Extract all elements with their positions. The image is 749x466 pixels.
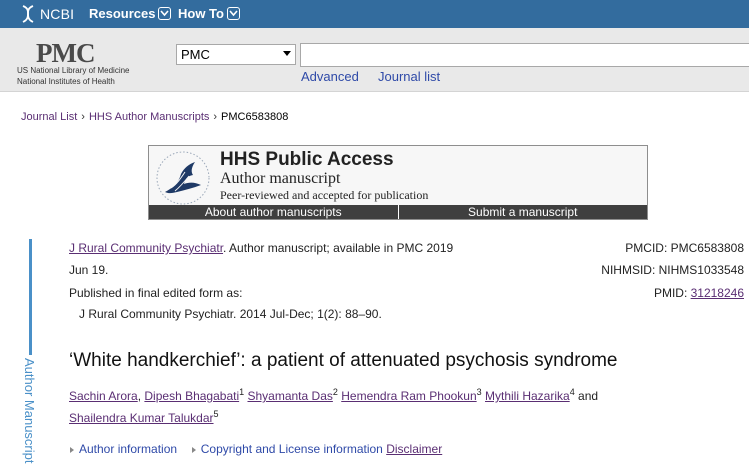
journal-list-link[interactable]: Journal list <box>378 69 440 84</box>
ncbi-top-bar: NCBI Resources How To <box>0 0 749 28</box>
citation-line-1-rest: . Author manuscript; available in PMC 20… <box>223 241 454 255</box>
citation-published-label: Published in final edited form as: <box>69 286 243 300</box>
triangle-right-icon <box>191 446 196 453</box>
author-affiliation-sup[interactable]: 3 <box>477 387 482 397</box>
chevron-down-icon <box>158 7 172 20</box>
citation-line-1: J Rural Community Psychiatr. Author manu… <box>69 241 453 255</box>
side-label-text: Author Manuscript <box>22 358 36 464</box>
breadcrumb-separator: › <box>81 111 85 123</box>
breadcrumb-separator: › <box>213 111 218 123</box>
pmc-logo[interactable]: PMC <box>36 38 95 69</box>
resources-label: Resources <box>89 6 156 21</box>
ncbi-logo[interactable]: NCBI <box>19 5 74 23</box>
pmcid: PMCID: PMC6583808 <box>625 241 744 255</box>
hhs-subtitle: Author manuscript <box>220 170 341 187</box>
author-affiliation-sup[interactable]: 1 <box>239 387 244 397</box>
ncbi-helix-icon <box>22 5 34 23</box>
hhs-eagle-logo <box>156 151 210 205</box>
pmid-label: PMID: <box>653 286 691 300</box>
journal-link[interactable]: J Rural Community Psychiatr <box>69 241 223 255</box>
article-info-row: Author information Copyright and License… <box>70 442 442 456</box>
article-title: ‘White handkerchief’: a patient of atten… <box>69 350 618 371</box>
breadcrumb-journal-list[interactable]: Journal List <box>21 111 77 123</box>
database-select[interactable]: PMC <box>176 44 296 65</box>
citation-line-2: Jun 19. <box>69 263 109 277</box>
authors-and: and <box>578 389 599 403</box>
author-link[interactable]: Shailendra Kumar Talukdar <box>69 411 214 425</box>
breadcrumb: Journal List › HHS Author Manuscripts › PMC6… <box>21 111 288 123</box>
author-link[interactable]: Mythili Hazarika <box>485 389 570 403</box>
author-information-toggle[interactable]: Author information <box>79 442 177 456</box>
submit-manuscript-button[interactable]: Submit a manuscript <box>397 205 647 219</box>
author-manuscript-side-bar <box>29 239 32 355</box>
author-affiliation-sup[interactable]: 4 <box>570 387 575 397</box>
breadcrumb-current: PMC6583808 <box>221 111 289 123</box>
pmc-header: PMC US National Library of Medicine Nati… <box>0 28 749 92</box>
hhs-title: HHS Public Access <box>220 149 394 170</box>
ncbi-logo-text: NCBI <box>40 6 75 22</box>
nihmsid: NIHMSID: NIHMS1033548 <box>601 263 744 277</box>
authors-line-2: Shailendra Kumar Talukdar5 <box>69 409 219 425</box>
author-affiliation-sup[interactable]: 5 <box>214 409 219 419</box>
search-input[interactable] <box>300 43 749 67</box>
howto-label: How To <box>178 6 224 21</box>
chevron-down-icon <box>226 7 240 20</box>
citation-published-form: J Rural Community Psychiatr. 2014 Jul-De… <box>79 307 382 321</box>
hhs-public-access-banner: HHS Public Access Author manuscript Peer… <box>148 145 648 220</box>
author-affiliation-sup[interactable]: 2 <box>333 387 338 397</box>
pmid-link[interactable]: 31218246 <box>691 286 744 300</box>
disclaimer-link[interactable]: Disclaimer <box>386 442 442 456</box>
copyright-license-toggle[interactable]: Copyright and License information <box>201 442 383 456</box>
author-link[interactable]: Shyamanta Das <box>247 389 332 403</box>
resources-menu[interactable]: Resources <box>89 6 172 21</box>
author-link[interactable]: Dipesh Bhagabati <box>144 389 239 403</box>
hhs-buttons: About author manuscripts Submit a manusc… <box>149 205 647 219</box>
author-manuscript-side-label: Author Manuscript <box>22 358 36 466</box>
pmid: PMID: 31218246 <box>654 286 744 300</box>
authors-line-1: Sachin Arora, Dipesh Bhagabati1 Shyamant… <box>69 387 599 403</box>
advanced-search-link[interactable]: Advanced <box>301 69 359 84</box>
nlm-line-1: US National Library of Medicine <box>17 66 130 75</box>
about-author-manuscripts-button[interactable]: About author manuscripts <box>149 205 398 219</box>
author-link[interactable]: Hemendra Ram Phookun <box>341 389 476 403</box>
triangle-right-icon <box>70 446 74 453</box>
hhs-peer-reviewed: Peer-reviewed and accepted for publicati… <box>220 188 429 202</box>
breadcrumb-hhs-author-manuscripts[interactable]: HHS Author Manuscripts <box>89 111 209 123</box>
nlm-line-2: National Institutes of Health <box>17 77 115 86</box>
database-select-value: PMC <box>181 47 210 62</box>
howto-menu[interactable]: How To <box>178 6 240 21</box>
author-link[interactable]: Sachin Arora <box>69 389 138 403</box>
dropdown-arrow-icon <box>283 51 291 56</box>
